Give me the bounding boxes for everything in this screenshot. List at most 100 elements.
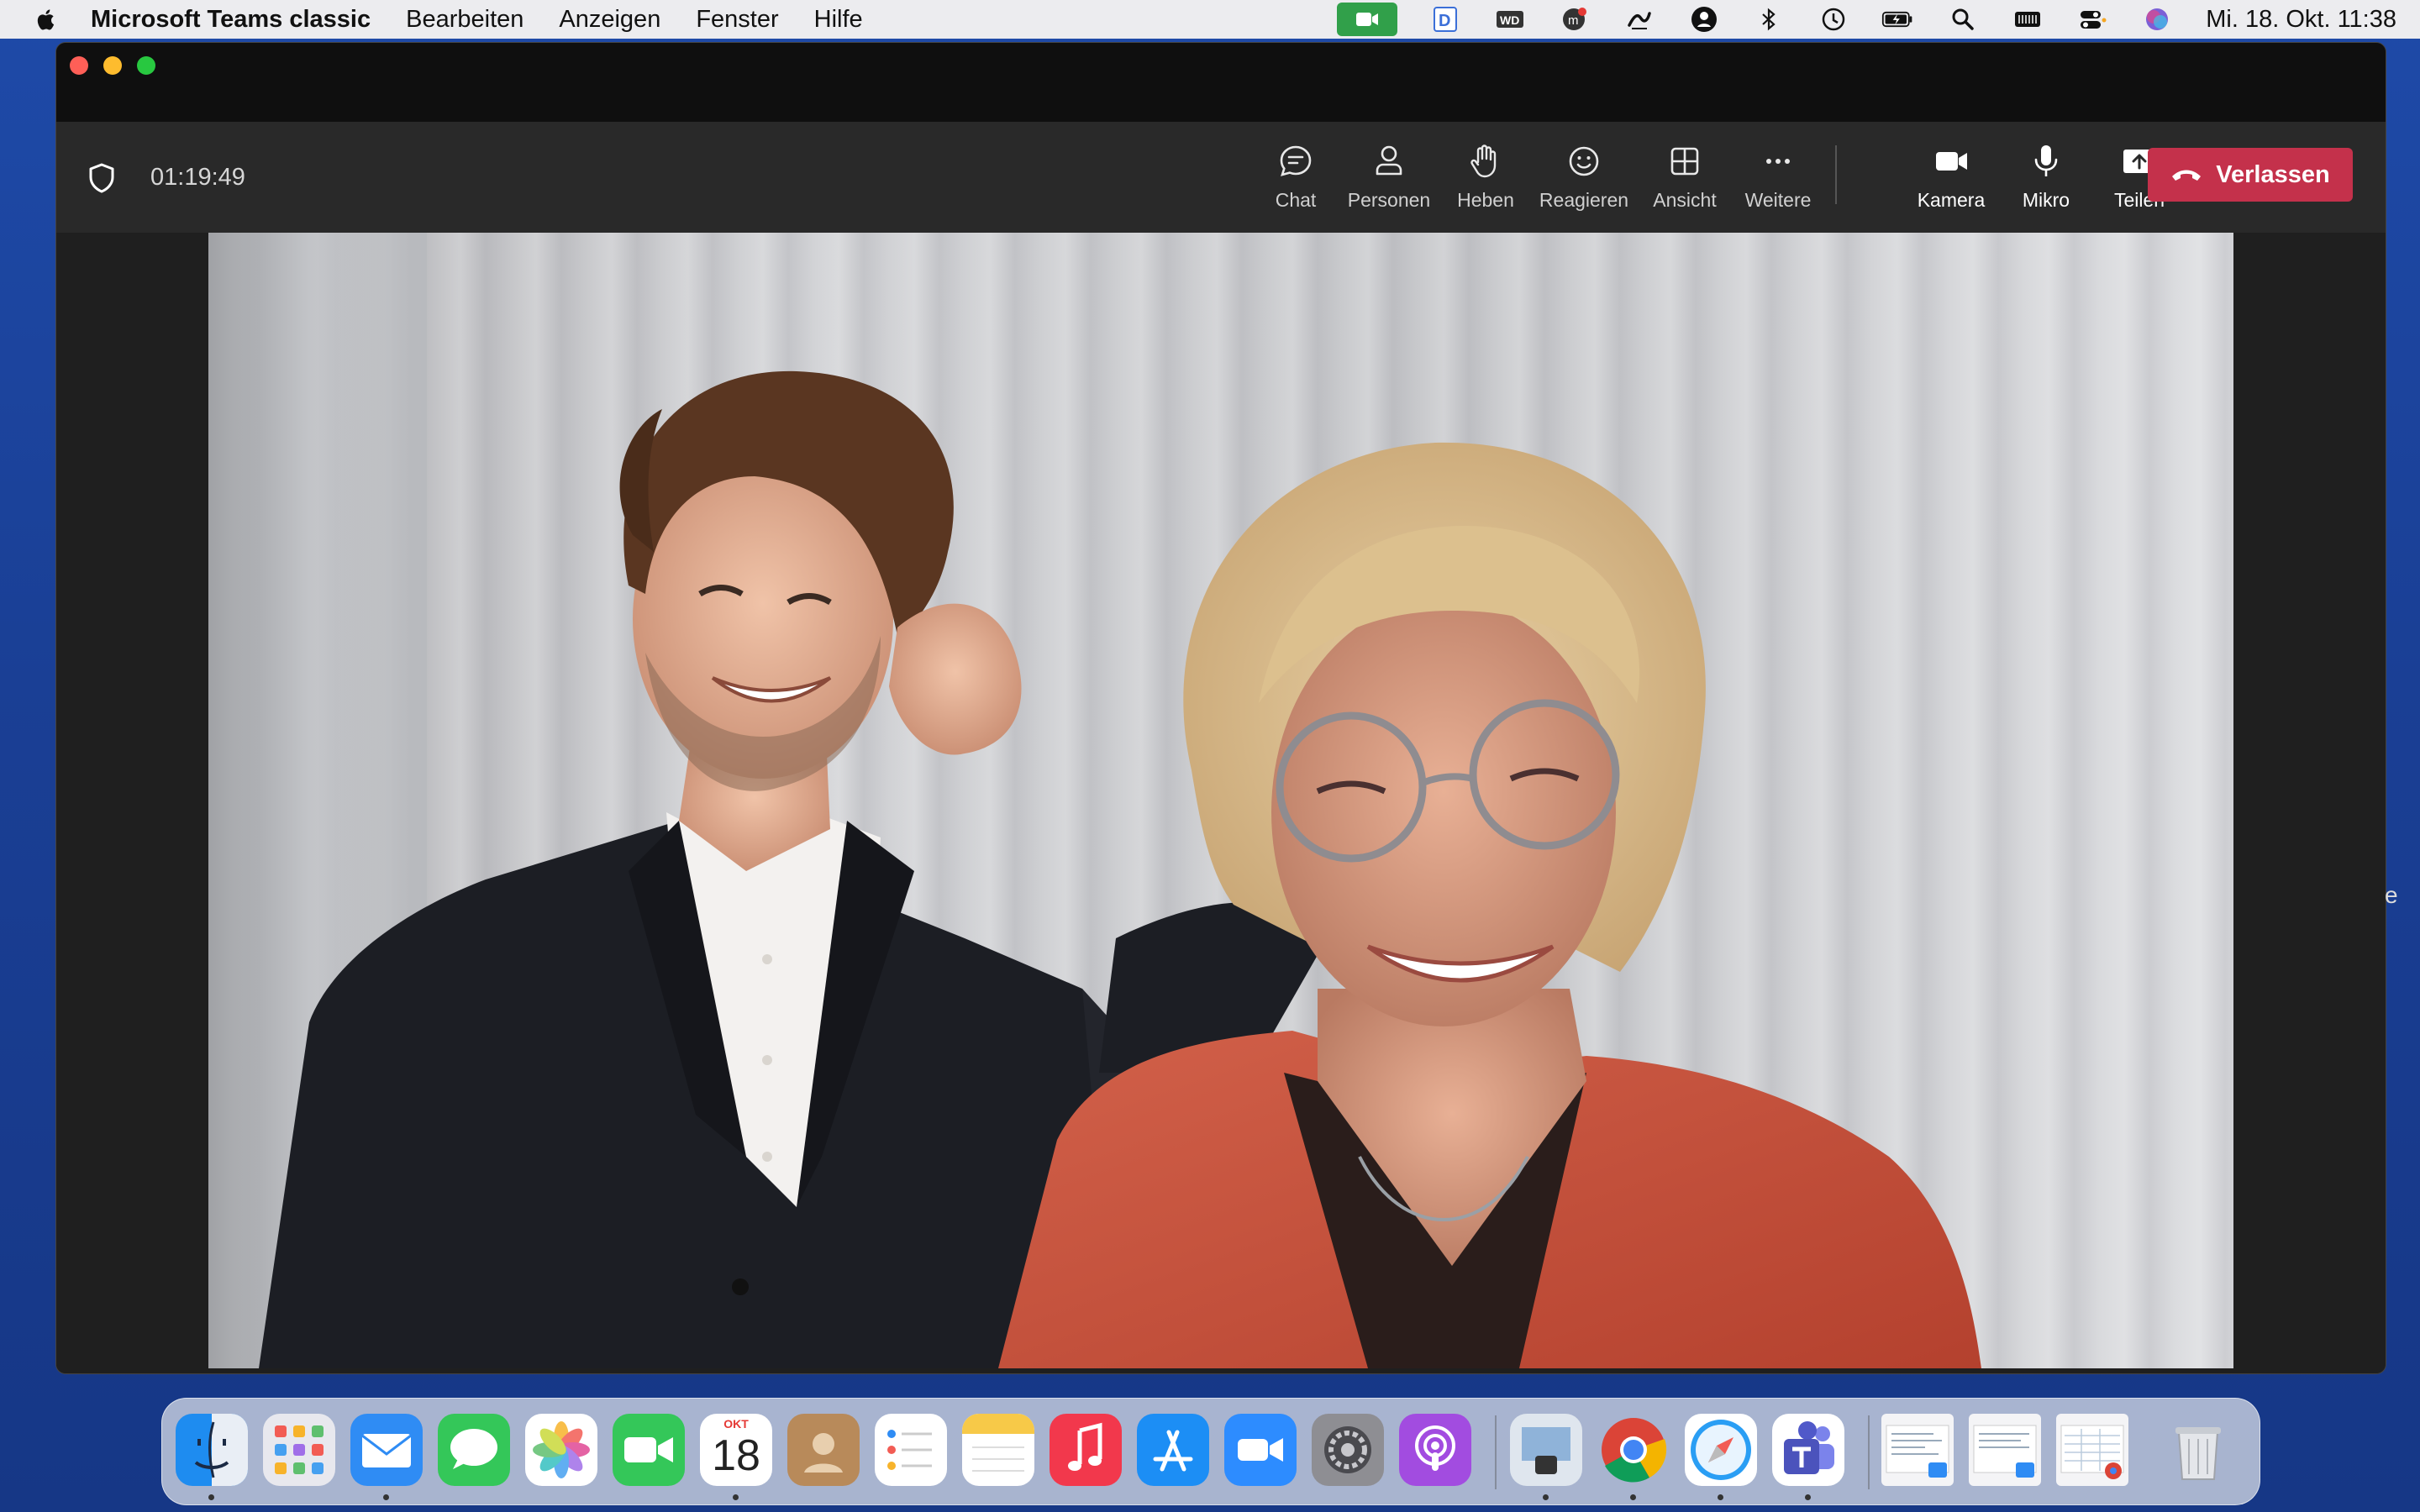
finder-running-dot — [208, 1494, 214, 1500]
participant-video[interactable] — [208, 233, 2233, 1368]
layout-grid-icon — [1670, 147, 1699, 176]
user-control-icon[interactable] — [1687, 5, 1721, 34]
calendar-icon[interactable]: OKT 18 — [700, 1414, 772, 1486]
chat-icon — [1280, 145, 1312, 176]
menu-fenster[interactable]: Fenster — [696, 6, 778, 34]
app-store-icon[interactable] — [1137, 1414, 1209, 1486]
hang-up-icon — [2172, 170, 2202, 181]
spotlight-icon[interactable] — [1946, 5, 1980, 34]
close-window-button[interactable] — [70, 56, 88, 75]
preview-running-dot — [1543, 1494, 1549, 1500]
calendar-day: 18 — [712, 1431, 760, 1480]
menu-hilfe[interactable]: Hilfe — [814, 6, 863, 34]
leave-button[interactable]: Verlassen — [2148, 148, 2353, 202]
zoom-window-button[interactable] — [137, 56, 155, 75]
raise-hand-label: Heben — [1457, 189, 1514, 211]
meeting-toolbar: 01:19:49 Chat Personen Heben Reagieren A… — [56, 122, 2386, 233]
contacts-icon[interactable] — [787, 1414, 860, 1486]
background-window-fragment: e — [2385, 882, 2398, 908]
window-thumb-1-icon[interactable] — [1881, 1414, 1954, 1486]
video-stage — [56, 233, 2386, 1373]
svg-text:D: D — [1439, 12, 1450, 30]
smiley-icon — [1569, 146, 1599, 176]
siri-icon[interactable] — [2140, 5, 2174, 34]
status-area: D WD m Mi. 18. Okt. 11:38 — [1306, 0, 2396, 39]
messages-icon[interactable] — [438, 1414, 510, 1486]
dock-separator — [1495, 1415, 1497, 1489]
safari-running-dot — [1718, 1494, 1723, 1500]
mail-running-dot — [383, 1494, 389, 1500]
photos-icon[interactable] — [525, 1414, 597, 1486]
launchpad-icon[interactable] — [263, 1414, 335, 1486]
people-button[interactable]: Personen — [1343, 139, 1435, 218]
person-icon — [1376, 145, 1402, 176]
menu-anzeigen[interactable]: Anzeigen — [559, 6, 660, 34]
meeting-timer: 01:19:49 — [150, 164, 245, 191]
chrome-icon[interactable] — [1597, 1414, 1670, 1486]
view-button[interactable]: Ansicht — [1639, 139, 1731, 218]
menu-bearbeiten[interactable]: Bearbeiten — [406, 6, 523, 34]
battery-icon[interactable] — [1881, 5, 1915, 34]
system-settings-icon[interactable] — [1312, 1414, 1384, 1486]
camera-button[interactable]: Kamera — [1905, 139, 1997, 218]
keyboard-icon[interactable] — [2011, 5, 2044, 34]
minimize-window-button[interactable] — [103, 56, 122, 75]
apple-menu-icon[interactable] — [32, 5, 60, 34]
camera-label: Kamera — [1917, 189, 1986, 211]
shield-icon[interactable] — [87, 162, 117, 194]
react-label: Reagieren — [1539, 189, 1629, 211]
control-center-icon[interactable] — [2075, 5, 2109, 34]
view-label: Ansicht — [1653, 189, 1717, 211]
mic-label: Mikro — [2022, 189, 2070, 211]
calendar-month: OKT — [723, 1417, 749, 1431]
window-thumb-2-icon[interactable] — [1969, 1414, 2041, 1486]
camera-icon — [1936, 152, 1967, 171]
mail-icon[interactable] — [350, 1414, 423, 1486]
calendar-running-dot — [733, 1494, 739, 1500]
reminders-icon[interactable] — [875, 1414, 947, 1486]
zoom-icon[interactable] — [1224, 1414, 1297, 1486]
menu-bar: Microsoft Teams classic Bearbeiten Anzei… — [0, 0, 2420, 39]
chat-button[interactable]: Chat — [1249, 139, 1342, 218]
more-label: Weitere — [1744, 189, 1812, 211]
people-label: Personen — [1347, 189, 1431, 211]
chat-label: Chat — [1275, 189, 1317, 211]
teams-running-dot — [1805, 1494, 1811, 1500]
messenger-icon[interactable]: m — [1558, 5, 1591, 34]
video-feed-image — [208, 233, 1981, 1368]
svg-text:m: m — [1568, 13, 1579, 28]
dictation-icon[interactable]: D — [1428, 5, 1462, 34]
svg-text:WD: WD — [1500, 13, 1519, 27]
facetime-icon[interactable] — [613, 1414, 685, 1486]
trash-icon[interactable] — [2162, 1414, 2234, 1486]
facetime-camera-icon[interactable] — [1337, 3, 1398, 36]
preview-icon[interactable] — [1510, 1414, 1582, 1486]
window-thumb-3-icon[interactable] — [2056, 1414, 2128, 1486]
dock: OKT 18 — [161, 1398, 2260, 1505]
notes-icon[interactable] — [962, 1414, 1034, 1486]
menu-app-name[interactable]: Microsoft Teams classic — [91, 6, 371, 34]
more-button[interactable]: Weitere — [1732, 139, 1824, 218]
wd-drive-icon[interactable]: WD — [1493, 5, 1527, 34]
pen-icon[interactable] — [1623, 5, 1656, 34]
hand-icon — [1470, 144, 1497, 178]
toolbar-divider — [1835, 145, 1837, 204]
leave-label: Verlassen — [2216, 160, 2330, 188]
music-icon[interactable] — [1050, 1414, 1122, 1486]
finder-icon[interactable] — [176, 1414, 248, 1486]
time-machine-icon[interactable] — [1817, 5, 1850, 34]
chrome-running-dot — [1630, 1494, 1636, 1500]
react-button[interactable]: Reagieren — [1538, 139, 1630, 218]
dock-separator-2 — [1868, 1415, 1870, 1489]
microphone-icon — [2034, 145, 2058, 176]
bluetooth-icon[interactable] — [1752, 5, 1786, 34]
safari-icon[interactable] — [1685, 1414, 1757, 1486]
raise-hand-button[interactable]: Heben — [1439, 139, 1532, 218]
menubar-clock[interactable]: Mi. 18. Okt. 11:38 — [2206, 6, 2396, 34]
podcasts-icon[interactable] — [1399, 1414, 1471, 1486]
mic-button[interactable]: Mikro — [2000, 139, 2092, 218]
window-titlebar — [56, 43, 2386, 122]
teams-icon[interactable] — [1772, 1414, 1844, 1486]
more-dots-icon — [1766, 159, 1790, 164]
teams-window: 01:19:49 Chat Personen Heben Reagieren A… — [55, 42, 2386, 1374]
